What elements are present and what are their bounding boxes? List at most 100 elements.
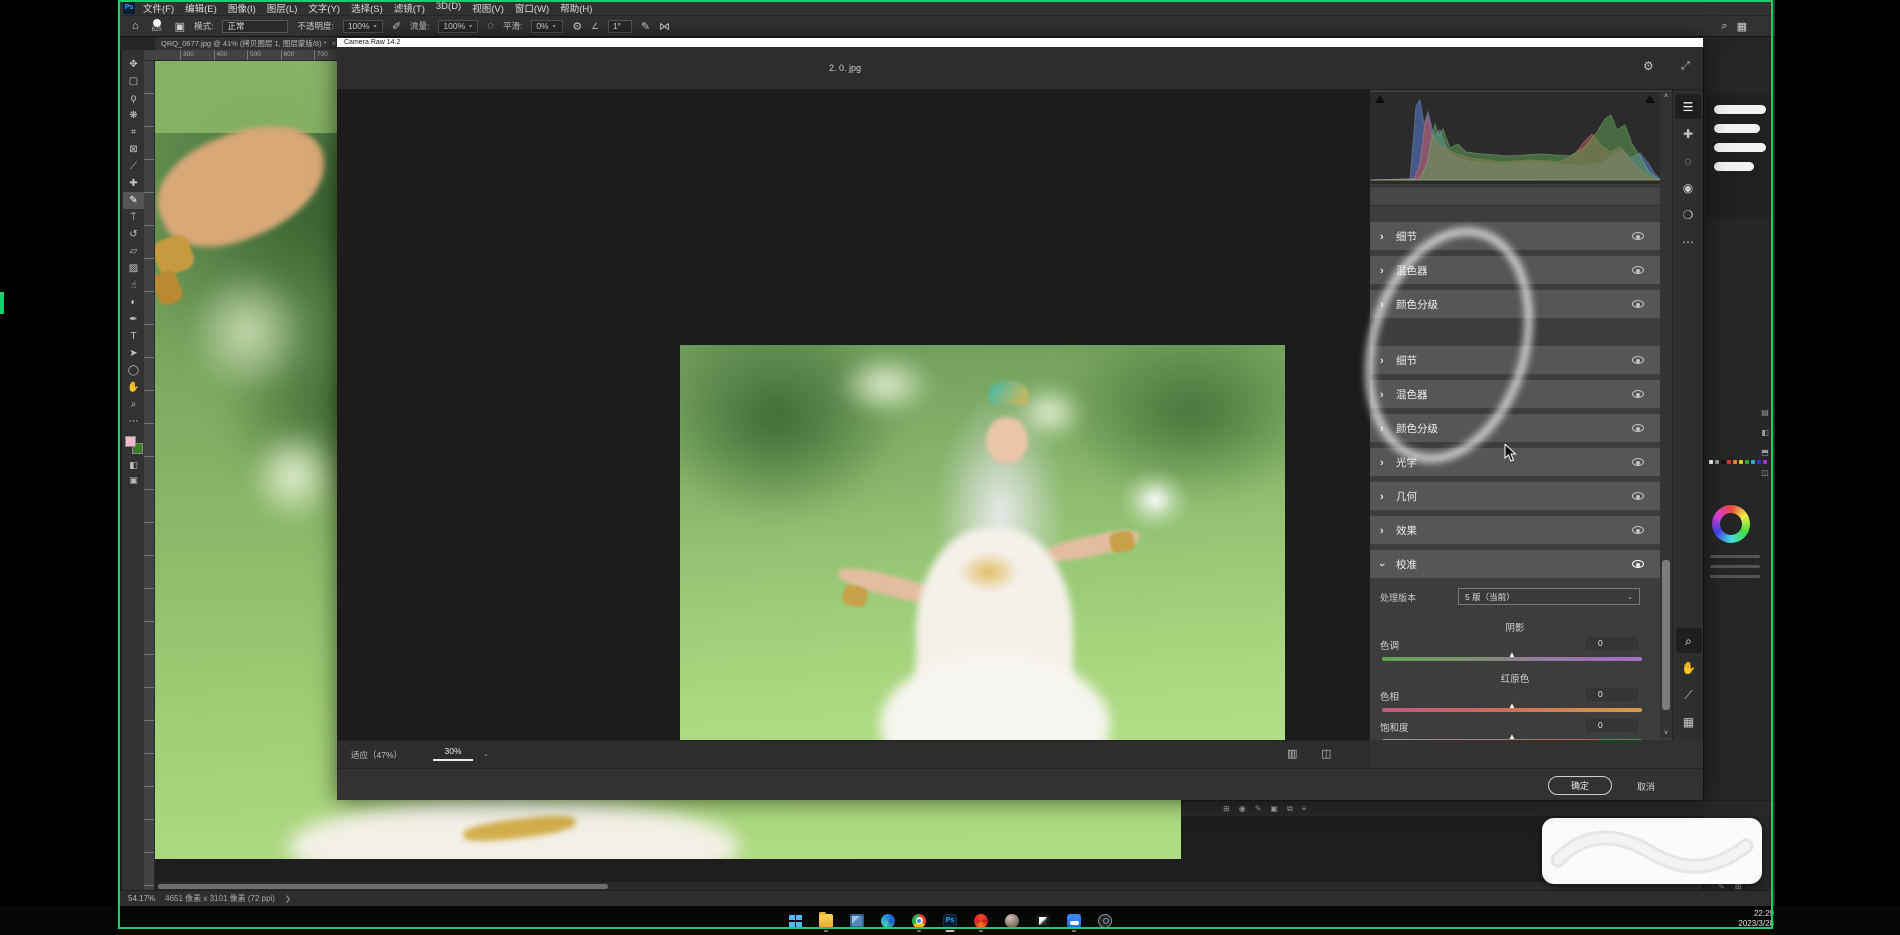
- eraser-tool-icon[interactable]: ▱: [123, 243, 145, 260]
- panel-scrollbar[interactable]: ˄ ˅: [1660, 92, 1672, 738]
- search-icon[interactable]: ⌕: [1721, 20, 1727, 33]
- zoom-level-field[interactable]: 30%: [433, 746, 473, 761]
- swatch[interactable]: [1745, 460, 1749, 464]
- swatch[interactable]: [1721, 460, 1725, 464]
- lasso-tool-icon[interactable]: ϙ: [123, 90, 145, 107]
- settings-section-header[interactable]: 细节: [1370, 346, 1660, 374]
- menu-item[interactable]: 窗口(W): [515, 1, 549, 15]
- saturation-slider[interactable]: ▲: [1382, 739, 1642, 740]
- taskbar-cloud-drive-app[interactable]: [1066, 911, 1082, 931]
- swatch[interactable]: [1751, 460, 1755, 464]
- swatch[interactable]: [1709, 460, 1713, 464]
- workspace-icon[interactable]: ▦: [1737, 20, 1747, 33]
- taskbar-ring-utility-app[interactable]: [1097, 911, 1113, 931]
- tint-value-field[interactable]: 0: [1586, 637, 1638, 650]
- shape-tool-icon[interactable]: ◯: [123, 362, 145, 379]
- symmetry-butterfly-icon[interactable]: ⋈: [659, 20, 670, 33]
- menu-item[interactable]: 编辑(E): [185, 1, 217, 15]
- clone-stamp-tool-icon[interactable]: ⍑: [123, 209, 145, 226]
- adjustment-layer-icon[interactable]: ▣: [1270, 804, 1278, 813]
- fit-zoom-label[interactable]: 适应（47%）: [351, 749, 402, 761]
- brush-stroke-preview[interactable]: [1714, 162, 1754, 171]
- settings-section-header[interactable]: 细节: [1370, 222, 1660, 250]
- settings-section-header[interactable]: 混色器: [1370, 256, 1660, 284]
- camera-raw-preview-area[interactable]: [337, 90, 1370, 740]
- menu-item[interactable]: 图层(L): [267, 1, 298, 15]
- slider-thumb[interactable]: ▲: [1508, 733, 1516, 740]
- gear-icon[interactable]: ⚙: [572, 20, 582, 33]
- panel-icon[interactable]: ⬒: [1757, 448, 1773, 457]
- crop-tool-icon[interactable]: ⌗: [123, 124, 145, 141]
- grid-overlay-icon[interactable]: ▦: [1676, 709, 1702, 734]
- shadow-clipping-icon[interactable]: [1375, 95, 1385, 103]
- smoothing-select[interactable]: 0%▾: [531, 20, 563, 33]
- marquee-tool-icon[interactable]: ▢: [123, 73, 145, 90]
- flow-select[interactable]: 100%▾: [438, 20, 478, 33]
- visibility-eye-icon[interactable]: [1632, 424, 1644, 432]
- settings-section-header[interactable]: 混色器: [1370, 380, 1660, 408]
- more-tools-icon[interactable]: ⋯: [123, 413, 145, 430]
- menu-item[interactable]: 3D(D): [436, 1, 461, 15]
- hand-tool-icon[interactable]: ✋: [1676, 655, 1702, 680]
- edit-sliders-icon[interactable]: ☰: [1675, 94, 1701, 119]
- pen-tool-icon[interactable]: ✒: [123, 311, 145, 328]
- screen-mode-icon[interactable]: ▣: [129, 475, 138, 486]
- taskbar-adobe-red-app[interactable]: [973, 911, 989, 931]
- raw-photo[interactable]: [680, 345, 1285, 743]
- preferences-gear-icon[interactable]: ⚙: [1643, 59, 1654, 73]
- brush-stroke-preview[interactable]: [1714, 124, 1760, 133]
- menu-item[interactable]: 选择(S): [351, 1, 383, 15]
- taskbar-dark-geometric-app[interactable]: [1035, 911, 1051, 931]
- taskbar-windows-start[interactable]: [787, 911, 803, 931]
- tint-slider[interactable]: ▲: [1382, 657, 1642, 661]
- frame-tool-icon[interactable]: ⊠: [123, 141, 145, 158]
- visibility-eye-icon[interactable]: [1632, 458, 1644, 466]
- menu-item[interactable]: 图像(I): [228, 1, 256, 15]
- taskbar-photos-app[interactable]: [849, 911, 865, 931]
- path-select-tool-icon[interactable]: ➤: [123, 345, 145, 362]
- visibility-eye-icon[interactable]: [1632, 266, 1644, 274]
- horizontal-scrollbar[interactable]: [156, 882, 1766, 890]
- panel-icon[interactable]: ◧: [1757, 428, 1773, 437]
- blend-mode-select[interactable]: 正常: [222, 20, 288, 33]
- white-balance-eyedropper-icon[interactable]: ⟋: [1676, 682, 1702, 707]
- swatch[interactable]: [1739, 460, 1743, 464]
- status-popup-arrow-icon[interactable]: ❯: [285, 895, 291, 903]
- snapshots-icon[interactable]: ❍: [1675, 202, 1701, 227]
- histogram[interactable]: [1370, 92, 1660, 184]
- brush-stroke-preview[interactable]: [1714, 143, 1766, 152]
- panel-icon[interactable]: ▤: [1757, 408, 1773, 417]
- settings-section-header[interactable]: 几何: [1370, 482, 1660, 510]
- brush-preset-picker[interactable]: 625: [148, 19, 166, 33]
- taskbar-photoshop[interactable]: Ps: [942, 911, 958, 931]
- quick-mask-icon[interactable]: ◧: [129, 460, 138, 471]
- hue-value-field[interactable]: 0: [1586, 688, 1638, 701]
- saturation-value-field[interactable]: 0: [1586, 719, 1638, 732]
- home-icon[interactable]: ⌂: [132, 20, 139, 32]
- move-tool-icon[interactable]: ✥: [123, 56, 145, 73]
- visibility-eye-icon[interactable]: [1632, 390, 1644, 398]
- menu-item[interactable]: 滤镜(T): [394, 1, 425, 15]
- visibility-eye-icon[interactable]: [1632, 232, 1644, 240]
- gradient-tool-icon[interactable]: ▨: [123, 260, 145, 277]
- scroll-down-icon[interactable]: ˅: [1660, 730, 1672, 737]
- quick-select-tool-icon[interactable]: ❋: [123, 107, 145, 124]
- masking-icon[interactable]: ◌: [1675, 148, 1701, 173]
- visibility-eye-icon[interactable]: [1632, 560, 1644, 568]
- before-after-view-icon[interactable]: ▥: [1287, 747, 1297, 760]
- dodge-tool-icon[interactable]: ◐: [123, 294, 145, 311]
- slider-thumb[interactable]: ▲: [1508, 702, 1516, 710]
- brush-angle-field[interactable]: 1°: [608, 20, 632, 33]
- taskbar-edge-browser[interactable]: [880, 911, 896, 931]
- fullscreen-toggle-icon[interactable]: ⤢: [1681, 60, 1690, 73]
- calibration-section-header[interactable]: 校准: [1370, 550, 1660, 578]
- brush-stroke-preview[interactable]: [1714, 105, 1766, 114]
- airbrush-icon[interactable]: ◌: [487, 20, 494, 32]
- taskbar-clock[interactable]: 22:29 2023/3/28: [1722, 909, 1774, 929]
- zoom-tool-icon[interactable]: ⌕: [123, 396, 145, 413]
- history-brush-tool-icon[interactable]: ↺: [123, 226, 145, 243]
- close-icon[interactable]: ×: [332, 39, 337, 48]
- settings-section-header[interactable]: 颜色分级: [1370, 290, 1660, 318]
- eyedropper-tool-icon[interactable]: ⟋: [123, 158, 145, 175]
- brush-settings-panel-icon[interactable]: ▣: [175, 20, 185, 33]
